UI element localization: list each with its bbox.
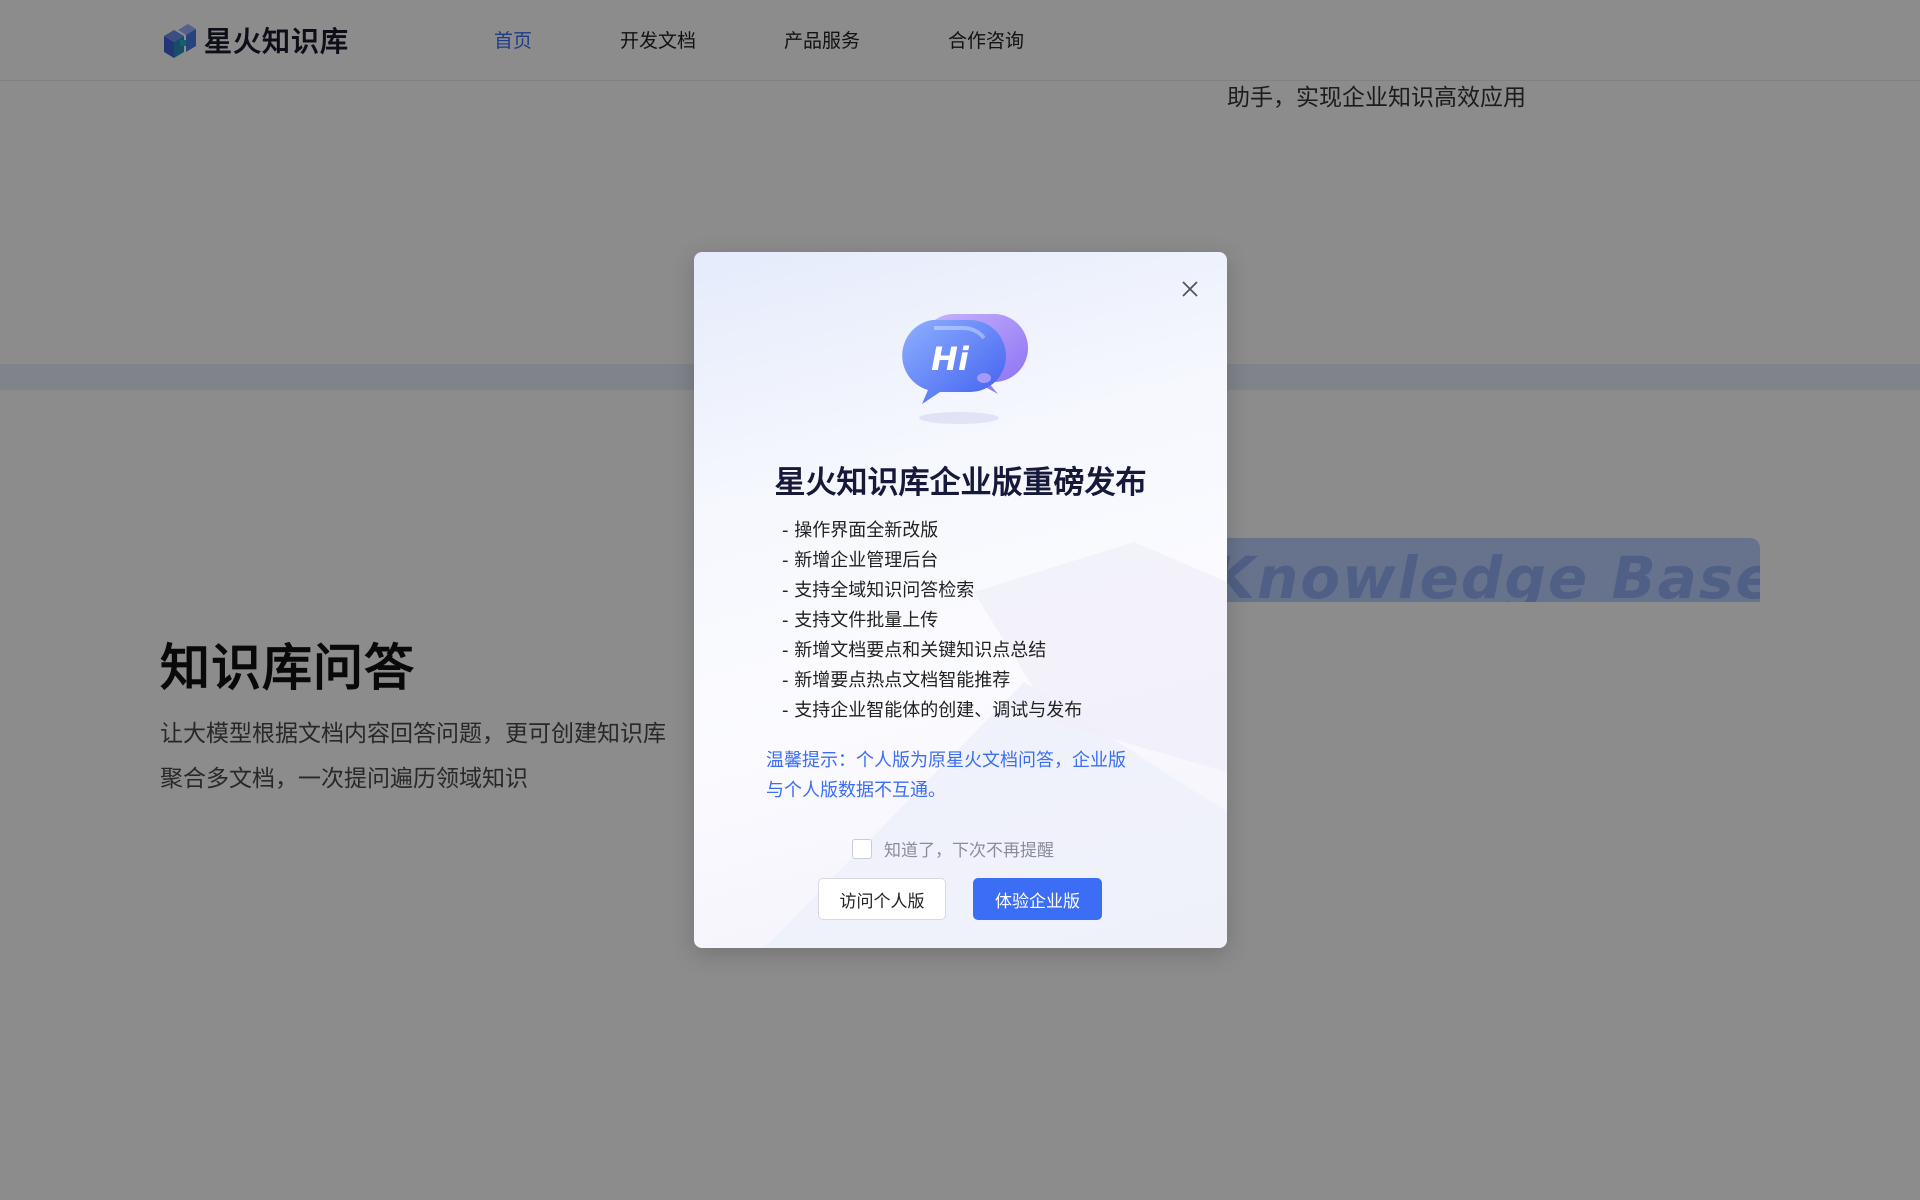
feature-list-item: - 新增文档要点和关键知识点总结 [782,640,1047,661]
dont-remind-label[interactable]: 知道了，下次不再提醒 [884,836,1054,861]
feature-list-item: - 新增企业管理后台 [782,550,939,571]
tip-line: 与个人版数据不互通。 [766,780,946,801]
feature-list-item: - 操作界面全新改版 [782,520,939,541]
hi-chat-bubble-icon: Hi [902,314,1028,424]
feature-list-item: - 支持文件批量上传 [782,610,939,631]
modal-title: 星火知识库企业版重磅发布 [774,465,1147,501]
feature-list-item: - 支持企业智能体的创建、调试与发布 [782,700,1083,721]
feature-list: - 操作界面全新改版 - 新增企业管理后台 - 支持全域知识问答检索 - 支持文… [782,516,1082,726]
feature-list-item: - 新增要点热点文档智能推荐 [782,670,1011,691]
dont-remind-option[interactable]: 知道了，下次不再提醒 [852,836,1054,861]
announcement-modal: Hi 星火知识库企业版重磅发布 - 操作界面全新改版 - 新增企业管理后台 - … [694,252,1227,948]
tip-text: 温馨提示：个人版为原星火文档问答，企业版 与个人版数据不互通。 [766,746,1162,806]
feature-list-item: - 支持全域知识问答检索 [782,580,975,601]
dont-remind-checkbox[interactable] [852,838,872,859]
try-enterprise-button[interactable]: 体验企业版 [973,878,1102,920]
close-icon[interactable] [1179,278,1201,300]
tip-line: 温馨提示：个人版为原星火文档问答，企业版 [766,750,1126,771]
visit-personal-button[interactable]: 访问个人版 [818,878,946,920]
hi-badge-text: Hi [931,340,970,378]
